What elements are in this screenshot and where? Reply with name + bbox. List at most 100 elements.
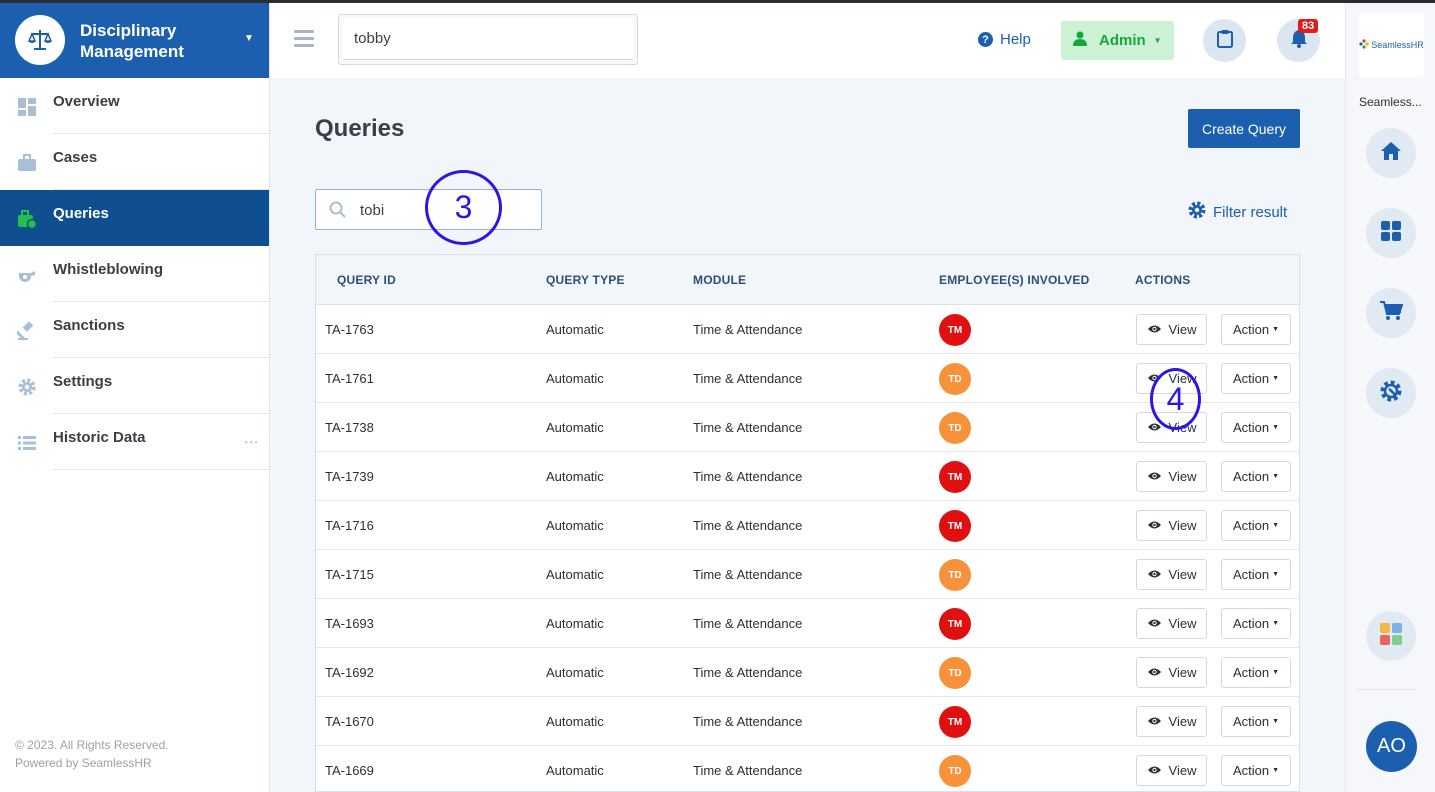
employee-avatar[interactable]: TD (939, 755, 971, 787)
action-dropdown[interactable]: Action ▼ (1221, 755, 1291, 786)
user-avatar[interactable]: AO (1366, 721, 1417, 772)
action-dropdown[interactable]: Action ▼ (1221, 412, 1291, 443)
query-type-cell: Automatic (546, 665, 604, 680)
caret-down-icon: ▼ (1272, 375, 1280, 382)
module-cell: Time & Attendance (693, 763, 803, 778)
view-button[interactable]: View (1136, 706, 1207, 737)
apps-grid-button[interactable] (1366, 208, 1416, 258)
caret-down-icon: ▼ (1272, 718, 1280, 725)
table-body: TA-1763 Automatic Time & Attendance TM View A… (316, 305, 1299, 791)
table-row: TA-1670 Automatic Time & Attendance TM View A… (316, 697, 1299, 746)
column-header-actions: ACTIONS (1135, 273, 1191, 287)
action-dropdown[interactable]: Action ▼ (1221, 608, 1291, 639)
employee-avatar[interactable]: TD (939, 559, 971, 591)
module-cell: Time & Attendance (693, 714, 803, 729)
module-cell: Time & Attendance (693, 616, 803, 631)
caret-down-icon: ▼ (1272, 767, 1280, 774)
table-row: TA-1715 Automatic Time & Attendance TD View A… (316, 550, 1299, 599)
sidebar-item-sanctions[interactable]: Sanctions (0, 302, 269, 358)
query-id-cell: TA-1763 (325, 322, 374, 337)
action-dropdown[interactable]: Action ▼ (1221, 314, 1291, 345)
brand-header[interactable]: Disciplinary Management ▼ (0, 3, 269, 78)
employee-avatar[interactable]: TM (939, 706, 971, 738)
sidebar: Disciplinary Management ▼ Overview Cases… (0, 3, 270, 792)
eye-icon (1147, 322, 1162, 337)
sidebar-item-historic-data[interactable]: Historic Data ... (0, 414, 269, 470)
question-circle-icon: ? (978, 32, 993, 47)
view-label: View (1168, 714, 1197, 729)
query-id-cell: TA-1738 (325, 420, 374, 435)
query-type-cell: Automatic (546, 567, 604, 582)
settings-tools-button[interactable] (1366, 368, 1416, 418)
column-header-query-id: QUERY ID (337, 273, 396, 287)
view-button[interactable]: View (1136, 608, 1207, 639)
action-label: Action (1232, 420, 1270, 435)
sidebar-item-overview[interactable]: Overview (0, 78, 269, 134)
admin-role-dropdown[interactable]: Admin ▼ (1061, 21, 1174, 60)
more-options-icon[interactable]: ... (244, 430, 259, 446)
cart-button[interactable] (1366, 288, 1416, 338)
table-row: TA-1669 Automatic Time & Attendance TD View A… (316, 746, 1299, 791)
caret-down-icon: ▼ (1272, 473, 1280, 480)
brand-title: Disciplinary Management (80, 21, 184, 61)
query-id-cell: TA-1739 (325, 469, 374, 484)
home-button[interactable] (1366, 128, 1416, 178)
sidebar-item-queries[interactable]: Queries (0, 190, 269, 246)
gear-icon (1187, 200, 1207, 224)
query-id-cell: TA-1692 (325, 665, 374, 680)
user-icon (1073, 31, 1087, 50)
filter-result-button[interactable]: Filter result (1187, 200, 1287, 224)
eye-icon (1147, 518, 1162, 533)
chevron-down-icon[interactable]: ▼ (244, 33, 254, 44)
app-launcher-button[interactable] (1366, 611, 1416, 661)
query-type-cell: Automatic (546, 763, 604, 778)
query-type-cell: Automatic (546, 420, 604, 435)
employee-avatar[interactable]: TM (939, 510, 971, 542)
view-label: View (1168, 763, 1197, 778)
action-dropdown[interactable]: Action ▼ (1221, 363, 1291, 394)
query-id-cell: TA-1715 (325, 567, 374, 582)
query-type-cell: Automatic (546, 714, 604, 729)
help-link[interactable]: ? Help (978, 31, 1031, 48)
view-button[interactable]: View (1136, 461, 1207, 492)
action-dropdown[interactable]: Action ▼ (1221, 510, 1291, 541)
employee-avatar[interactable]: TD (939, 657, 971, 689)
sidebar-item-cases[interactable]: Cases (0, 134, 269, 190)
employee-avatar[interactable]: TM (939, 314, 971, 346)
employee-avatar[interactable]: TD (939, 363, 971, 395)
view-button[interactable]: View (1136, 314, 1207, 345)
view-button[interactable]: View (1136, 755, 1207, 786)
seamlesshr-logo[interactable]: SeamlessHR (1359, 13, 1424, 77)
view-button[interactable]: View (1136, 510, 1207, 541)
employee-avatar[interactable]: TD (939, 412, 971, 444)
column-header-query-type: QUERY TYPE (546, 273, 625, 287)
table-row: TA-1739 Automatic Time & Attendance TM View A… (316, 452, 1299, 501)
global-search-input[interactable] (343, 18, 633, 60)
view-button[interactable]: View (1136, 657, 1207, 688)
query-id-cell: TA-1716 (325, 518, 374, 533)
action-dropdown[interactable]: Action ▼ (1221, 559, 1291, 590)
module-cell: Time & Attendance (693, 665, 803, 680)
caret-down-icon: ▼ (1272, 522, 1280, 529)
create-query-button[interactable]: Create Query (1188, 109, 1300, 148)
table-row: TA-1693 Automatic Time & Attendance TM View A… (316, 599, 1299, 648)
employee-avatar[interactable]: TM (939, 608, 971, 640)
sidebar-item-settings[interactable]: Settings (0, 358, 269, 414)
query-id-cell: TA-1670 (325, 714, 374, 729)
hamburger-menu-icon[interactable] (294, 30, 314, 48)
caret-down-icon: ▼ (1272, 424, 1280, 431)
action-dropdown[interactable]: Action ▼ (1221, 706, 1291, 737)
clipboard-icon (1216, 29, 1233, 53)
clipboard-button[interactable] (1203, 19, 1246, 62)
query-type-cell: Automatic (546, 469, 604, 484)
view-button[interactable]: View (1136, 559, 1207, 590)
sidebar-item-whistleblowing[interactable]: Whistleblowing (0, 246, 269, 302)
module-cell: Time & Attendance (693, 567, 803, 582)
admin-label: Admin (1099, 32, 1146, 49)
action-dropdown[interactable]: Action ▼ (1221, 461, 1291, 492)
gear-wrench-icon (1379, 379, 1403, 408)
view-label: View (1168, 469, 1197, 484)
employee-avatar[interactable]: TM (939, 461, 971, 493)
action-dropdown[interactable]: Action ▼ (1221, 657, 1291, 688)
app-name: Seamless... (1359, 95, 1422, 109)
